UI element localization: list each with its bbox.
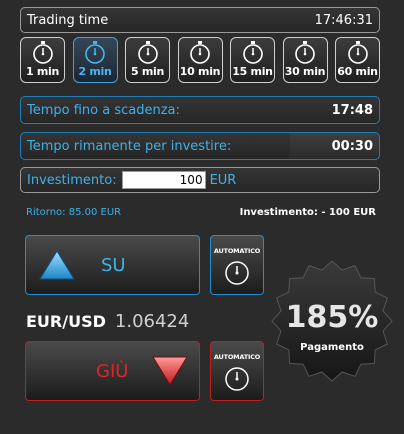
asset-pair: EUR/USD [26,312,106,331]
clock-icon [225,261,249,285]
timeframe-30-min[interactable]: 30 min [282,37,328,83]
auto-down-button[interactable]: AUTOMATICO [210,341,264,401]
timeframe-60-min[interactable]: 60 min [335,37,380,83]
down-label: GIÙ [96,360,129,382]
timeframe-1-min[interactable]: 1 min [20,37,65,83]
down-button[interactable]: GIÙ [25,341,200,401]
expiry-label: Tempo fino a scadenza: [27,102,180,118]
up-label: SU [101,254,126,276]
timeframe-label: 2 min [78,65,112,78]
investment-summary-text: Investimento: - 100 EUR [239,207,376,218]
trading-time-bar: Trading time 17:46:31 [20,7,380,33]
timeframe-label: 5 min [130,65,165,78]
arrow-down-icon [152,356,189,386]
timeframe-10-min[interactable]: 10 min [177,37,223,83]
auto-up-button[interactable]: AUTOMATICO [210,235,264,295]
investment-input[interactable] [121,171,206,189]
investment-label: Investimento: [27,172,117,188]
stopwatch-icon [242,41,263,64]
remaining-bar: Tempo rimanente per investire: 00:30 [20,132,380,160]
timeframe-selector: 1 min 2 min 5 min 10 min 15 min 30 min 60 min [20,37,380,85]
timeframe-label: 60 min [337,65,378,78]
arrow-up-icon [39,250,75,280]
payout-label: Pagamento [300,342,364,353]
expiry-bar: Tempo fino a scadenza: 17:48 [20,96,380,124]
auto-down-label: AUTOMATICO [213,353,261,361]
timeframe-label: 15 min [232,65,273,78]
expiry-value: 17:48 [331,102,373,118]
auto-up-label: AUTOMATICO [213,247,261,255]
timeframe-2-min[interactable]: 2 min [72,37,118,83]
return-text: Ritorno: 85.00 EUR [26,207,122,218]
investment-currency: EUR [209,172,237,188]
clock: 17:46:31 [314,12,373,28]
remaining-label: Tempo rimanente per investire: [27,138,232,154]
clock-icon [225,367,249,391]
timeframe-5-min[interactable]: 5 min [125,37,170,83]
asset-price: 1.06424 [114,311,190,332]
asset-row: EUR/USD 1.06424 [26,311,189,332]
up-button[interactable]: SU [25,235,200,295]
timeframe-label: 10 min [179,65,221,78]
stopwatch-icon [85,41,105,64]
payout-percent: 185% [285,300,379,335]
timeframe-15-min[interactable]: 15 min [230,37,275,83]
timeframe-label: 1 min [25,65,60,78]
investment-bar: Investimento: EUR [20,167,380,193]
stopwatch-icon [347,41,368,64]
stopwatch-icon [190,41,210,64]
timeframe-label: 30 min [284,65,326,78]
remaining-value: 00:30 [331,138,373,154]
stopwatch-icon [137,41,158,64]
stopwatch-icon [295,41,315,64]
stopwatch-icon [32,41,53,64]
trading-time-label: Trading time [27,12,109,28]
